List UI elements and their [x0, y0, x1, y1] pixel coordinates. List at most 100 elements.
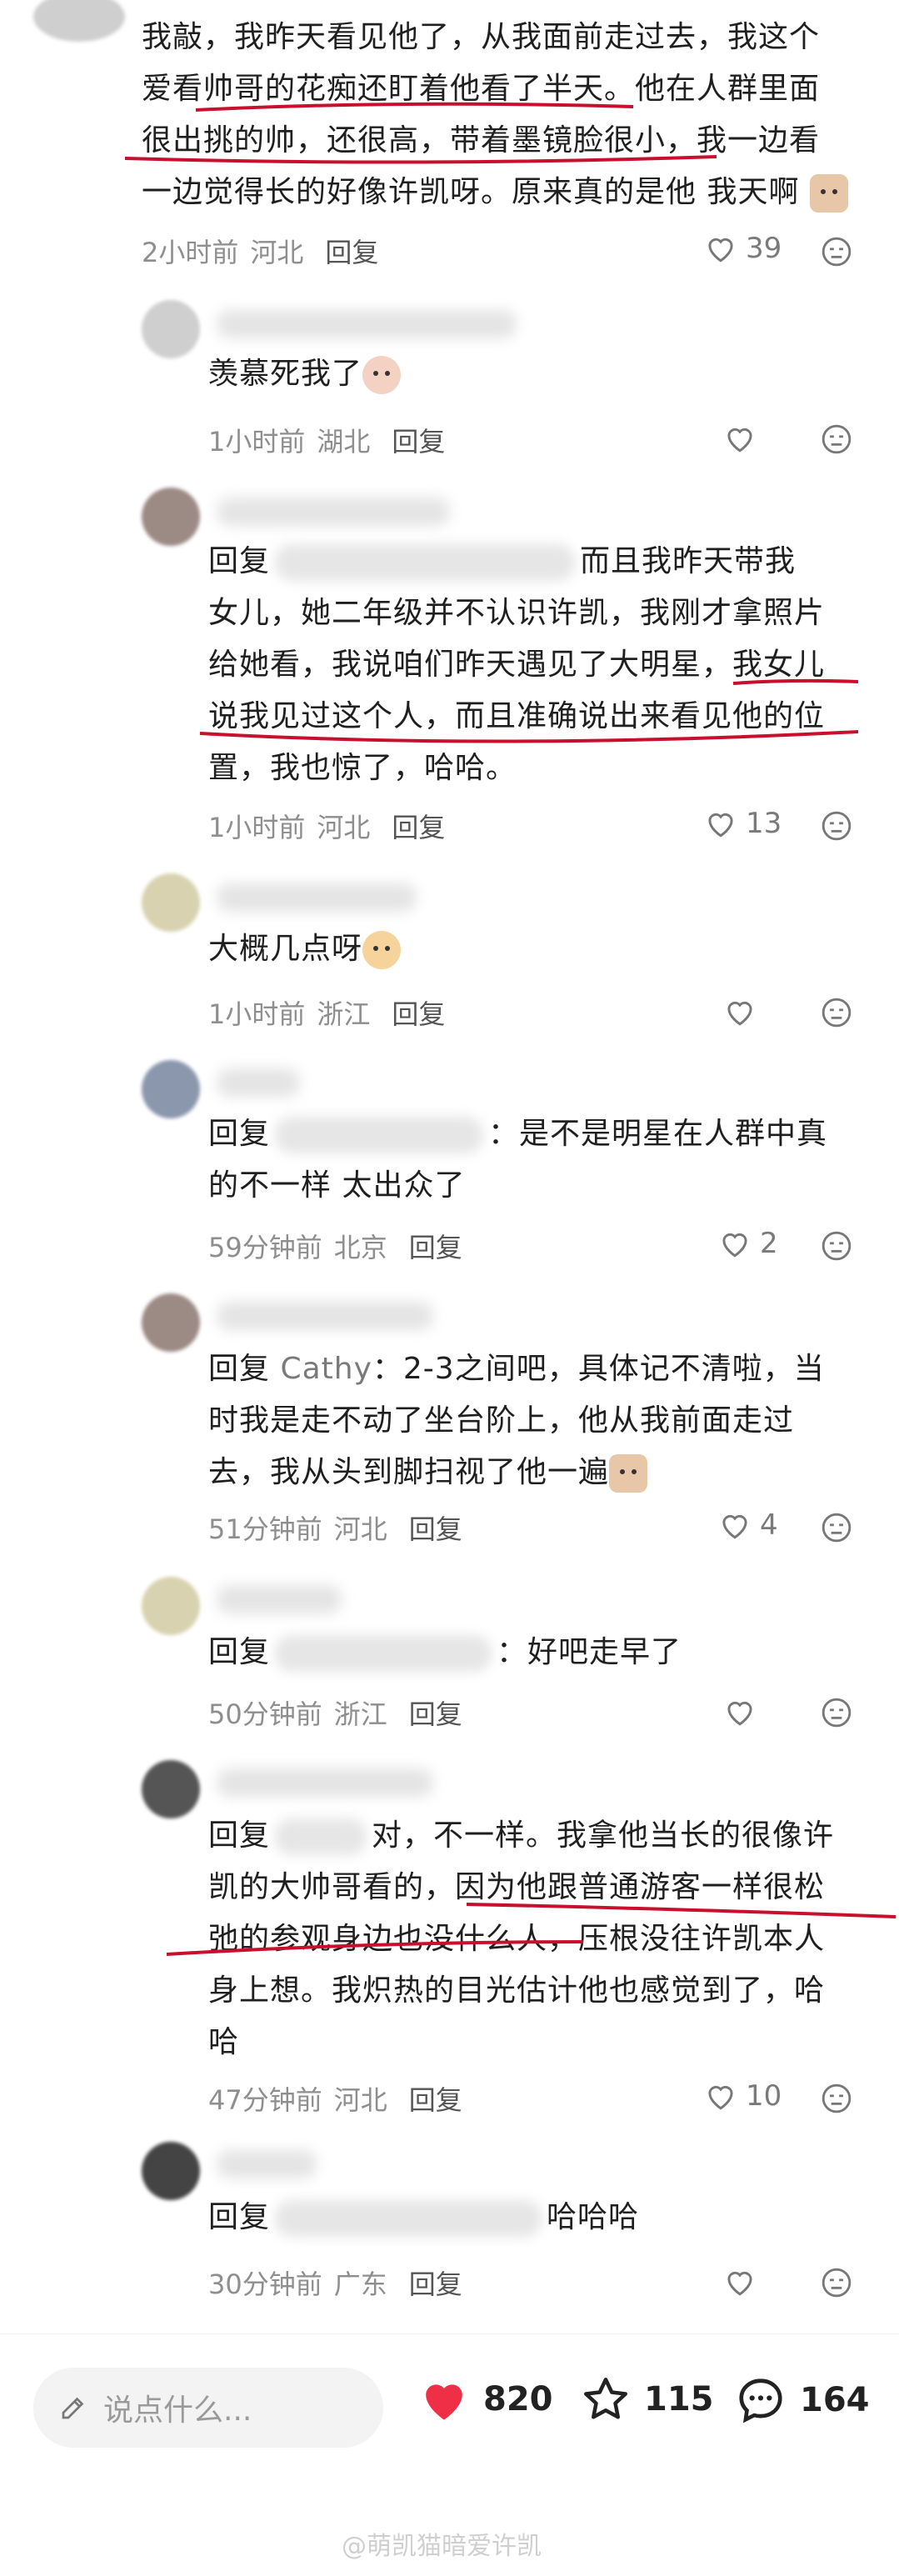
comment-line: 回复 对，不一样。我拿他当长的很像许 [208, 1810, 867, 1862]
like-count: 2 [760, 1227, 778, 1260]
avatar[interactable] [142, 488, 200, 546]
mention-blur [275, 1117, 484, 1153]
region: 北京 [333, 1232, 387, 1263]
heart-outline-icon [722, 1233, 747, 1258]
like-count: 13 [746, 807, 782, 840]
heart-outline-icon[interactable] [723, 1697, 757, 1727]
watermark: @萌凯猫暗爱许凯 [342, 2532, 542, 2561]
username[interactable] [217, 1768, 433, 1797]
emoji-sticker-icon [609, 1454, 648, 1493]
reply-prefix: 回复 [208, 544, 271, 578]
dislike-face-icon[interactable] [821, 997, 852, 1028]
reply-button[interactable]: 回复 [392, 807, 445, 845]
username[interactable] [217, 1585, 342, 1613]
comment-line: 回复 ：好吧走早了 [208, 1627, 867, 1678]
dislike-face-icon[interactable] [821, 2267, 852, 2298]
avatar[interactable] [142, 1060, 200, 1118]
reply-prefix: 回复 [208, 1117, 271, 1151]
reply-prefix: 回复 [208, 1818, 271, 1853]
dislike-face-icon[interactable] [821, 423, 852, 455]
comment-line: 羡慕死我了 [208, 348, 858, 400]
like-total: 820 [483, 2380, 553, 2418]
dislike-face-icon[interactable] [821, 236, 852, 268]
like-count: 39 [746, 232, 782, 265]
username[interactable] [217, 1068, 300, 1097]
avatar[interactable] [142, 1293, 200, 1352]
region: 广东 [333, 2268, 387, 2300]
comment-meta: 2小时前 河北 回复 [142, 232, 378, 270]
star-action[interactable]: 115 [579, 2374, 714, 2424]
comment-bubble-icon [739, 2378, 782, 2423]
like-button[interactable]: 2 [718, 1227, 778, 1260]
region: 河北 [317, 812, 371, 843]
comment-text: 大概几点呀 [208, 923, 858, 975]
comment-meta: 50分钟前 浙江 回复 [208, 1693, 462, 1732]
dislike-face-icon[interactable] [821, 2083, 852, 2114]
timestamp: 1小时前 [208, 998, 306, 1030]
comment-meta: 1小时前 浙江 回复 [208, 993, 445, 1032]
avatar[interactable] [142, 2142, 200, 2200]
like-action[interactable]: 820 [417, 2374, 553, 2424]
heart-outline-icon[interactable] [723, 2267, 757, 2297]
comment-line: 置，我也惊了，哈哈。 [208, 751, 517, 785]
comment-total: 164 [800, 2381, 870, 2419]
comment-line: 爱看帅哥的花痴还盯着他看了半天。他在人群里面 [142, 72, 821, 106]
reply-prefix: 回复 [208, 1352, 271, 1386]
heart-outline-icon[interactable] [723, 423, 757, 453]
reply-button[interactable]: 回复 [409, 1693, 462, 1732]
avatar[interactable] [33, 0, 125, 42]
like-button[interactable]: 13 [704, 807, 782, 840]
reply-button[interactable]: 回复 [409, 1227, 462, 1265]
comment-text: 回复 而且我昨天带我 女儿，她二年级并不认识许凯，我刚才拿照片 给她看，我说咱们昨… [208, 536, 867, 794]
timestamp: 2小时前 [142, 237, 239, 268]
username[interactable] [217, 2150, 317, 2178]
username[interactable] [217, 1302, 433, 1330]
username[interactable] [217, 883, 417, 912]
mention[interactable]: Cathy [280, 1352, 372, 1386]
comment-meta: 59分钟前 北京 回复 [208, 1227, 462, 1265]
reply-button[interactable]: 回复 [392, 993, 445, 1032]
region: 浙江 [317, 998, 371, 1030]
avatar[interactable] [142, 300, 200, 358]
mention-blur [275, 2200, 542, 2237]
avatar[interactable] [142, 1760, 200, 1818]
dislike-face-icon[interactable] [821, 1230, 852, 1262]
reply-button[interactable]: 回复 [325, 232, 378, 270]
avatar[interactable] [142, 873, 200, 932]
heart-filled-icon [426, 2384, 462, 2420]
region: 湖北 [317, 426, 371, 458]
reply-prefix: 回复 [208, 2200, 271, 2234]
like-count: 10 [746, 2079, 782, 2113]
region: 河北 [333, 2084, 387, 2116]
like-button[interactable]: 39 [704, 232, 782, 265]
comment-meta: 51分钟前 河北 回复 [208, 1508, 462, 1547]
comment-line: 哈 [208, 2025, 240, 2059]
username[interactable] [217, 310, 517, 338]
dislike-face-icon[interactable] [821, 810, 852, 842]
heart-outline-icon[interactable] [723, 997, 757, 1027]
reply-button[interactable]: 回复 [409, 1508, 462, 1547]
like-button[interactable]: 10 [704, 2079, 782, 2113]
region: 浙江 [333, 1698, 387, 1730]
like-button[interactable]: 4 [718, 1508, 778, 1542]
star-total: 115 [644, 2380, 714, 2418]
dislike-face-icon[interactable] [821, 1512, 852, 1543]
timestamp: 50分钟前 [208, 1698, 322, 1730]
mention-blur [275, 1818, 367, 1855]
comment-line: 身上想。我炽热的目光估计他也感觉到了，哈 [208, 1973, 826, 2008]
comment-text: 回复 哈哈哈 [208, 2192, 867, 2243]
mention-blur [275, 544, 576, 581]
comment-text: 回复 Cathy：2-3之间吧，具体记不清啦，当 时我是走不动了坐台阶上，他从我… [208, 1343, 867, 1498]
timestamp: 1小时前 [208, 812, 306, 843]
comment-meta: 1小时前 湖北 回复 [208, 421, 445, 459]
reply-button[interactable]: 回复 [409, 2079, 462, 2118]
username[interactable] [217, 498, 450, 526]
avatar[interactable] [142, 1577, 200, 1635]
comment-action[interactable]: 164 [733, 2374, 870, 2426]
comment-line: 凯的大帅哥看的，因为他跟普通游客一样很松 [208, 1870, 826, 1904]
reply-button[interactable]: 回复 [409, 2263, 462, 2302]
reply-button[interactable]: 回复 [392, 421, 445, 459]
mention-blur [275, 1635, 492, 1672]
dislike-face-icon[interactable] [821, 1697, 852, 1728]
comment-input[interactable]: 说点什么... [33, 2368, 383, 2448]
